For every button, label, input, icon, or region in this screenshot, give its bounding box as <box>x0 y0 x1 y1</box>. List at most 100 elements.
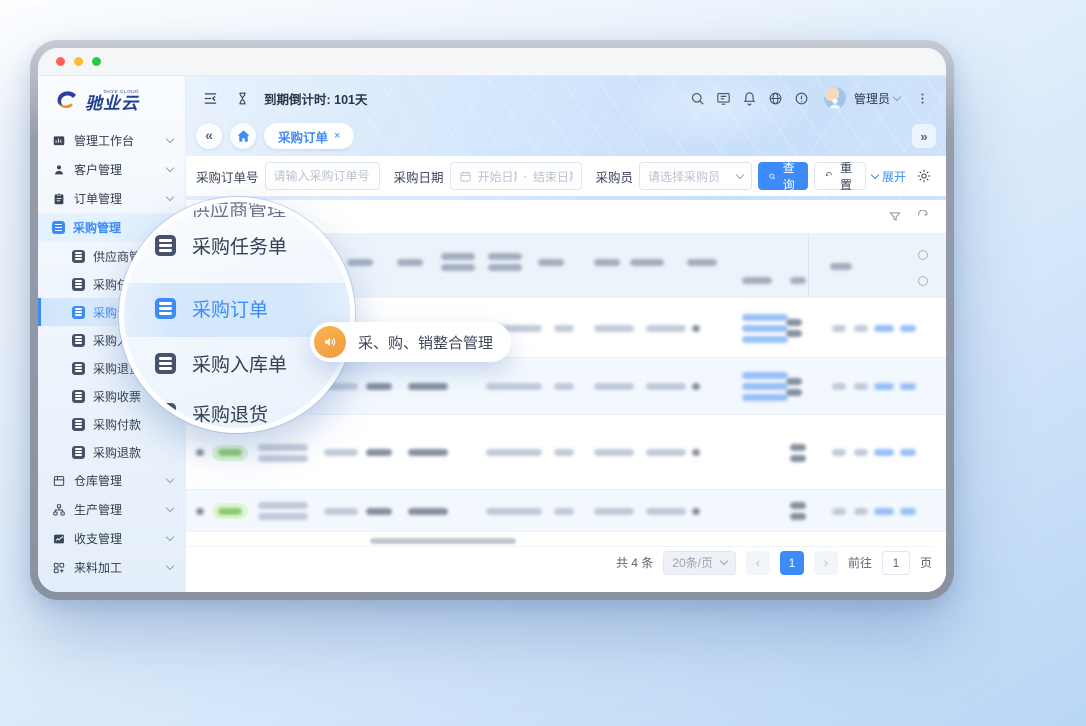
chevron-down-icon <box>720 557 728 565</box>
magnifier-item-purchase-return[interactable]: 采购退货 <box>155 400 268 427</box>
warehouse-icon <box>52 474 66 488</box>
magnifier-item-purchase-task[interactable]: 采购任务单 <box>155 232 287 259</box>
magnifier-item-purchase-order[interactable]: 采购订单 <box>155 295 268 322</box>
list-icon <box>72 250 85 263</box>
search-button[interactable]: 查询 <box>758 162 808 190</box>
reset-button[interactable]: 重置 <box>814 162 866 190</box>
blurred-cell <box>488 253 522 260</box>
blurred-cell <box>441 264 475 271</box>
tab-purchase-orders[interactable]: 采购订单 × <box>264 123 354 149</box>
production-icon <box>52 503 66 517</box>
blurred-cell <box>488 264 522 271</box>
blurred-cell <box>900 325 916 332</box>
blurred-cell <box>900 383 916 390</box>
blurred-cell <box>554 508 574 515</box>
blurred-cell <box>854 449 868 456</box>
blurred-cell <box>832 449 846 456</box>
goto-page-input[interactable] <box>882 551 910 575</box>
reset-icon <box>825 171 833 182</box>
double-chevron-left-icon: « <box>205 127 213 143</box>
blurred-cell <box>854 383 868 390</box>
tabs-back-button[interactable]: « <box>196 123 222 149</box>
date-separator: - <box>523 169 527 183</box>
logo-swoosh-icon <box>54 89 80 113</box>
order-no-input[interactable] <box>265 162 380 190</box>
kebab-menu-icon[interactable] <box>910 86 934 110</box>
search-icon[interactable] <box>686 86 710 110</box>
sidebar-item-production[interactable]: 生产管理 <box>38 495 185 524</box>
date-range-input[interactable]: 开始日期 - 结束日期 <box>450 162 582 190</box>
column-settings-icon <box>918 250 928 260</box>
chevron-down-icon <box>166 475 174 483</box>
chevron-down-icon[interactable] <box>893 92 901 100</box>
bell-icon[interactable] <box>738 86 762 110</box>
buyer-select[interactable]: 请选择采购员 <box>639 162 752 190</box>
goto-unit: 页 <box>920 554 932 571</box>
user-avatar[interactable] <box>824 87 846 109</box>
blurred-cell <box>218 508 242 515</box>
blurred-cell <box>832 508 846 515</box>
next-page-button[interactable]: › <box>814 551 838 575</box>
current-page-button[interactable]: 1 <box>780 551 804 575</box>
app-logo: DHYE CLOUD 驰业云 <box>38 76 185 126</box>
chevron-down-icon <box>166 164 174 172</box>
sidebar-item-orders[interactable]: 订单管理 <box>38 184 185 213</box>
close-tab-icon[interactable]: × <box>334 130 340 142</box>
blurred-cell <box>594 508 634 515</box>
blurred-cell <box>790 455 806 462</box>
search-icon <box>768 171 776 182</box>
list-icon <box>72 334 85 347</box>
list-icon <box>155 403 176 424</box>
prev-page-button[interactable]: ‹ <box>746 551 770 575</box>
blurred-cell <box>790 277 806 284</box>
blurred-cell <box>594 383 634 390</box>
sidebar-item-dashboard[interactable]: 管理工作台 <box>38 126 185 155</box>
sidebar-item-finance[interactable]: 收支管理 <box>38 524 185 553</box>
pagination: 共 4 条 20条/页 ‹ 1 › 前往 页 <box>186 546 932 578</box>
blurred-cell <box>554 383 574 390</box>
message-icon[interactable] <box>712 86 736 110</box>
chevron-down-icon <box>735 170 743 178</box>
expand-filters-button[interactable]: 展开 <box>872 168 906 185</box>
blurred-cell <box>594 325 634 332</box>
purchase-date-label: 采购日期 <box>394 167 444 186</box>
page-size-select[interactable]: 20条/页 <box>663 551 736 575</box>
countdown-value: 101天 <box>334 93 367 107</box>
blurred-cell <box>594 259 620 266</box>
gear-icon[interactable] <box>912 164 936 188</box>
goto-label: 前往 <box>848 554 872 571</box>
list-icon <box>155 298 176 319</box>
globe-icon[interactable] <box>764 86 788 110</box>
blurred-cell <box>397 259 423 266</box>
blurred-cell <box>554 449 574 456</box>
blurred-cell <box>258 455 308 462</box>
username[interactable]: 管理员 <box>854 90 890 107</box>
minimize-window-icon[interactable] <box>74 57 83 66</box>
tabs-forward-button[interactable]: » <box>912 124 936 148</box>
magnifier-item-purchase-inbound[interactable]: 采购入库单 <box>155 350 287 377</box>
sidebar-item-purchase-refunds[interactable]: 采购退款 <box>38 438 185 466</box>
sidebar-item-customers[interactable]: 客户管理 <box>38 155 185 184</box>
list-icon <box>72 362 85 375</box>
maximize-window-icon[interactable] <box>92 57 101 66</box>
collapse-menu-icon[interactable] <box>198 86 222 110</box>
info-icon[interactable] <box>790 86 814 110</box>
blurred-cell <box>486 508 542 515</box>
blurred-cell <box>258 502 308 509</box>
chevron-down-icon <box>166 193 174 201</box>
chevron-down-icon <box>871 170 879 178</box>
hourglass-icon <box>230 86 254 110</box>
sidebar-item-processing[interactable]: 来料加工 <box>38 553 185 582</box>
home-tab-button[interactable] <box>230 123 256 149</box>
blurred-cell <box>408 508 448 515</box>
blurred-cell <box>786 389 802 396</box>
topbar-actions: 管理员 <box>686 86 934 110</box>
blurred-cell <box>630 259 664 266</box>
horizontal-scrollbar[interactable] <box>370 538 516 544</box>
home-icon <box>236 129 251 143</box>
blurred-cell <box>366 508 392 515</box>
blurred-cell <box>742 314 788 321</box>
double-chevron-right-icon: » <box>920 129 927 144</box>
close-window-icon[interactable] <box>56 57 65 66</box>
sidebar-item-warehouse[interactable]: 仓库管理 <box>38 466 185 495</box>
